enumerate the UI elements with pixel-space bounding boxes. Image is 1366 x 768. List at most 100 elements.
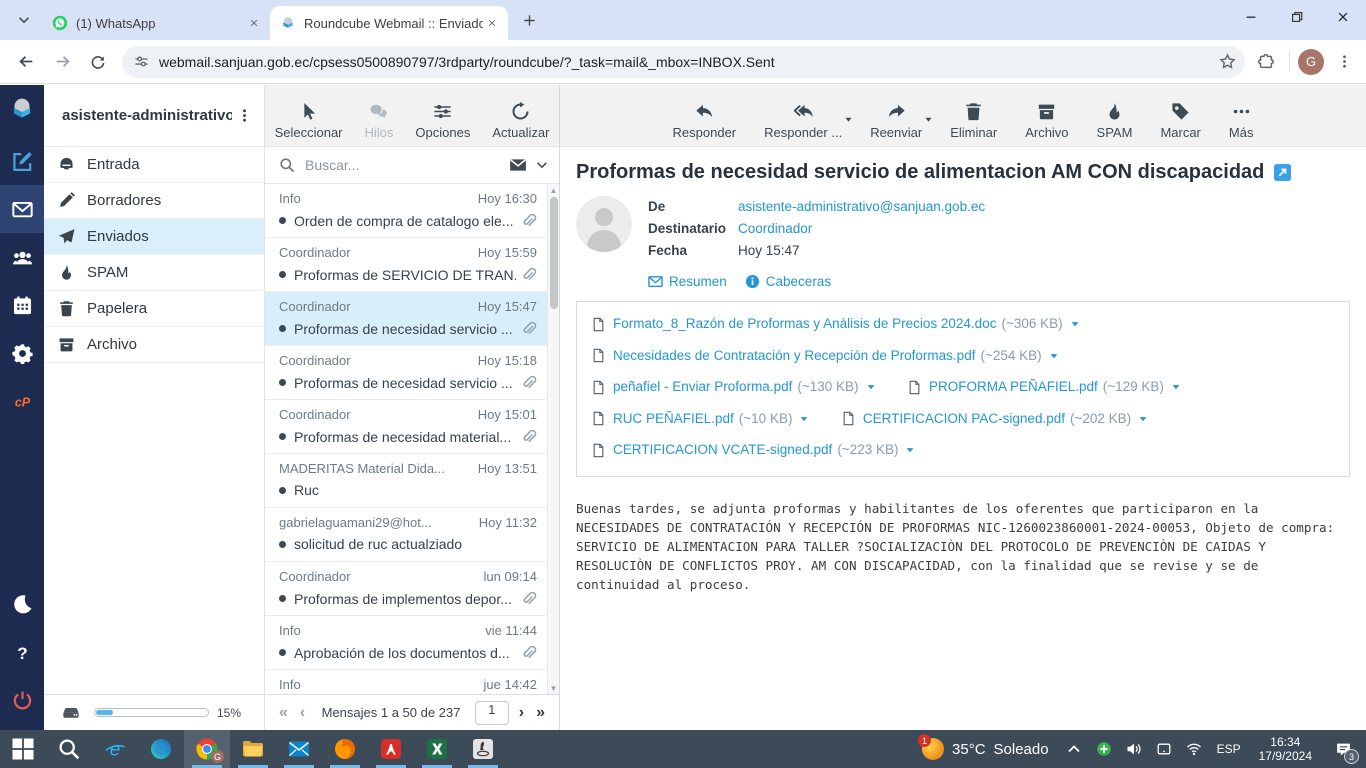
search-options-chevron-icon[interactable] — [535, 158, 549, 172]
search-scope-mail-icon[interactable] — [509, 156, 527, 174]
scroll-up-icon[interactable]: ▲ — [548, 184, 559, 196]
rail-button[interactable] — [0, 676, 44, 724]
list-toolbar-button[interactable]: Actualizar — [490, 102, 551, 140]
attachment-menu-caret-icon[interactable] — [904, 444, 916, 456]
mail-toolbar-button[interactable]: Marcar — [1158, 102, 1202, 140]
rail-button[interactable] — [0, 329, 44, 377]
attachment-name[interactable]: RUC PEÑAFIEL.pdf — [613, 405, 734, 433]
back-button[interactable] — [10, 46, 42, 78]
folder-item[interactable]: Borradores — [44, 183, 264, 219]
folder-item[interactable]: Entrada — [44, 147, 264, 183]
message-list-item[interactable]: Info Hoy 16:30 Orden de compra de catalo… — [265, 184, 547, 238]
folder-item[interactable]: SPAM — [44, 255, 264, 291]
tab-search-button[interactable] — [10, 6, 38, 34]
mail-toolbar-button[interactable]: Reenviar — [868, 102, 924, 140]
header-action-link[interactable]: Resumen — [648, 274, 727, 289]
site-settings-icon[interactable] — [134, 54, 149, 69]
rail-button[interactable] — [0, 580, 44, 628]
taskbar-app-button[interactable] — [322, 730, 368, 768]
attachment-name[interactable]: Formato_8_Razón de Proformas y Análisis … — [613, 310, 996, 338]
address-box[interactable]: webmail.sanjuan.gob.ec/cpsess0500890797/… — [122, 46, 1245, 78]
message-list-item[interactable]: Coordinador Hoy 15:18 Proformas de neces… — [265, 346, 547, 400]
list-toolbar-button[interactable]: Hilos — [363, 102, 396, 140]
profile-avatar[interactable]: G — [1298, 49, 1324, 75]
message-list-item[interactable]: gabrielaguamani29@hot... Hoy 11:32 solic… — [265, 508, 547, 562]
attachment-item[interactable]: peñafiel - Enviar Proforma.pdf (~130 KB) — [591, 373, 877, 401]
attachment-menu-caret-icon[interactable] — [865, 381, 877, 393]
tray-icon-button[interactable] — [1181, 730, 1207, 768]
new-tab-button[interactable] — [516, 7, 542, 33]
taskbar-app-button[interactable] — [92, 730, 138, 768]
taskbar-app-button[interactable] — [138, 730, 184, 768]
mail-toolbar-button[interactable]: Responder ... — [762, 102, 844, 140]
dropdown-caret-icon[interactable] — [843, 114, 854, 125]
rail-button[interactable] — [0, 377, 44, 425]
folder-item[interactable]: Papelera — [44, 291, 264, 327]
search-input[interactable] — [305, 157, 501, 173]
rail-button[interactable] — [0, 628, 44, 676]
attachment-menu-caret-icon[interactable] — [1170, 381, 1182, 393]
scrollbar-thumb[interactable] — [550, 197, 558, 309]
message-list-item[interactable]: Coordinador lun 09:14 Proformas de imple… — [265, 562, 547, 616]
tray-icon-button[interactable] — [1121, 730, 1147, 768]
browser-menu-icon[interactable] — [1330, 48, 1358, 76]
last-page-button[interactable]: » — [530, 704, 551, 722]
taskbar-app-button[interactable] — [460, 730, 506, 768]
message-list-item[interactable]: Coordinador Hoy 15:47 Proformas de neces… — [265, 292, 547, 346]
attachment-name[interactable]: peñafiel - Enviar Proforma.pdf — [613, 373, 792, 401]
folder-item[interactable]: Enviados — [44, 219, 264, 255]
mail-toolbar-button[interactable]: Responder — [671, 102, 739, 140]
notification-center-button[interactable]: 3 — [1324, 730, 1362, 768]
rail-button[interactable] — [0, 233, 44, 281]
attachment-name[interactable]: CERTIFICACION VCATE-signed.pdf — [613, 436, 832, 464]
mail-toolbar-button[interactable]: SPAM — [1095, 102, 1135, 140]
list-toolbar-button[interactable]: Seleccionar — [273, 102, 345, 140]
bookmark-star-icon[interactable] — [1213, 48, 1241, 76]
attachment-menu-caret-icon[interactable] — [1048, 350, 1060, 362]
dropdown-caret-icon[interactable] — [923, 114, 934, 125]
list-toolbar-button[interactable]: Opciones — [413, 102, 472, 140]
list-scrollbar[interactable]: ▲ ▼ — [547, 184, 559, 694]
close-button[interactable] — [1320, 0, 1366, 34]
language-indicator[interactable]: ESP — [1211, 742, 1247, 756]
message-list-item[interactable]: Info vie 11:44 Aprobación de los documen… — [265, 616, 547, 670]
message-list-item[interactable]: Coordinador Hoy 15:01 Proformas de neces… — [265, 400, 547, 454]
attachment-name[interactable]: PROFORMA PEÑAFIEL.pdf — [929, 373, 1098, 401]
taskbar-app-button[interactable] — [46, 730, 92, 768]
taskbar-app-button[interactable] — [414, 730, 460, 768]
taskbar-app-button[interactable] — [0, 730, 46, 768]
taskbar-app-button[interactable] — [368, 730, 414, 768]
mail-toolbar-button[interactable]: Más — [1227, 102, 1256, 140]
tray-icon-button[interactable] — [1151, 730, 1177, 768]
minimize-button[interactable] — [1228, 0, 1274, 34]
restore-button[interactable] — [1274, 0, 1320, 34]
url-text[interactable]: webmail.sanjuan.gob.ec/cpsess0500890797/… — [159, 54, 1213, 70]
attachment-item[interactable]: RUC PEÑAFIEL.pdf (~10 KB) — [591, 405, 810, 433]
attachment-item[interactable]: CERTIFICACION PAC-signed.pdf (~202 KB) — [841, 405, 1149, 433]
attachment-item[interactable]: CERTIFICACION VCATE-signed.pdf (~223 KB) — [591, 436, 916, 464]
tray-icon-button[interactable] — [1091, 730, 1117, 768]
forward-button[interactable] — [46, 46, 78, 78]
taskbar-app-button[interactable]: G — [184, 730, 230, 768]
attachment-item[interactable]: PROFORMA PEÑAFIEL.pdf (~129 KB) — [907, 373, 1182, 401]
folder-item[interactable]: Archivo — [44, 327, 264, 363]
page-number-box[interactable]: 1 — [475, 701, 509, 725]
tab-close-icon[interactable] — [245, 15, 262, 32]
taskbar-clock[interactable]: 16:34 17/9/2024 — [1251, 735, 1320, 763]
first-page-button[interactable]: « — [273, 704, 294, 722]
extensions-icon[interactable] — [1251, 47, 1281, 77]
message-list-item[interactable]: Coordinador Hoy 15:59 Proformas de SERVI… — [265, 238, 547, 292]
taskbar-app-button[interactable] — [276, 730, 322, 768]
browser-tab[interactable]: Roundcube Webmail :: Enviados — [270, 6, 508, 40]
attachment-menu-caret-icon[interactable] — [1069, 318, 1081, 330]
account-menu-icon[interactable] — [232, 104, 256, 128]
taskbar-app-button[interactable] — [230, 730, 276, 768]
reload-button[interactable] — [82, 46, 114, 78]
weather-widget[interactable]: 1 35°C Soleado — [910, 730, 1061, 768]
next-page-button[interactable]: › — [513, 704, 530, 722]
attachment-menu-caret-icon[interactable] — [798, 413, 810, 425]
rail-button[interactable] — [0, 185, 44, 233]
message-list-item[interactable]: Info jue 14:42 — [265, 670, 547, 694]
prev-page-button[interactable]: ‹ — [294, 704, 311, 722]
attachment-item[interactable]: Formato_8_Razón de Proformas y Análisis … — [591, 310, 1081, 338]
